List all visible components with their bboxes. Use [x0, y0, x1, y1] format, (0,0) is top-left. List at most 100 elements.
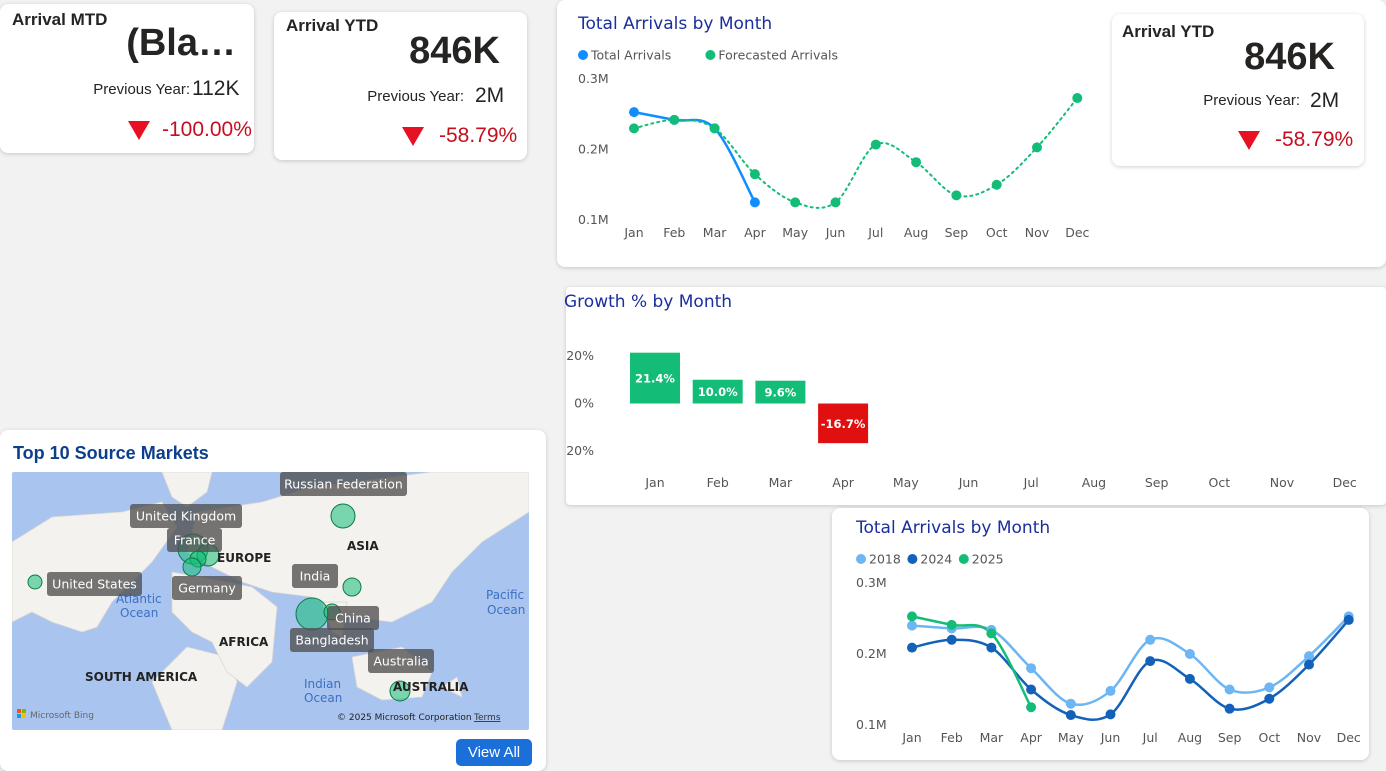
country-label: China — [335, 611, 371, 626]
country-label: France — [174, 533, 216, 548]
legend-label: 2025 — [972, 552, 1004, 567]
data-point — [629, 123, 639, 134]
country-label: Bangladesh — [295, 633, 368, 648]
data-point — [907, 611, 917, 622]
bing-logo-icon — [22, 714, 26, 718]
x-tick-label: Mar — [703, 225, 727, 240]
data-point — [1343, 614, 1354, 625]
legend-marker — [705, 50, 716, 60]
x-tick-label: Jun — [825, 225, 846, 240]
legend-marker — [856, 554, 866, 564]
data-point — [1264, 682, 1275, 693]
kpi-change-percent: -58.79% — [1275, 128, 1354, 151]
data-point — [830, 197, 841, 208]
x-tick-label: Apr — [744, 225, 766, 240]
down-arrow-icon — [128, 121, 150, 140]
data-point — [1105, 709, 1116, 720]
x-tick-label: Apr — [832, 475, 854, 490]
data-point — [951, 190, 962, 201]
country-label: India — [300, 569, 331, 584]
data-point — [1224, 703, 1235, 714]
data-point — [991, 179, 1002, 190]
x-tick-label: Dec — [1065, 225, 1089, 240]
kpi-card-arrival-mtd: Arrival MTD (Bla… Previous Year: 112K -1… — [0, 4, 254, 153]
country-label: Germany — [178, 581, 236, 596]
kpi-previous-year-label: Previous Year: — [1203, 92, 1300, 109]
arrivals-by-year-line-chart: 2018 2024 2025 0.3M 0.2M 0.1M Jan Feb Mar Apr May J… — [856, 552, 1361, 745]
x-tick-label: May — [893, 475, 919, 490]
x-tick-label: Aug — [1082, 475, 1106, 490]
x-tick-label: Jul — [867, 225, 883, 240]
x-tick-label: Oct — [1208, 475, 1230, 490]
data-point — [709, 123, 720, 134]
x-tick-label: Sep — [1145, 475, 1169, 490]
country-label: United Kingdom — [136, 509, 236, 524]
bar-data-label: 21.4% — [635, 372, 675, 386]
x-tick-label: Nov — [1297, 730, 1322, 745]
legend-marker — [907, 554, 918, 564]
geo-label: Ocean — [487, 603, 525, 617]
x-tick-label: Jan — [901, 730, 921, 745]
bar-data-label: -16.7% — [821, 417, 866, 431]
data-point — [749, 169, 760, 180]
data-point — [986, 642, 997, 653]
market-bubble — [182, 557, 202, 577]
legend-marker — [958, 554, 969, 564]
x-tick-label: Dec — [1337, 730, 1361, 745]
geo-label: Ocean — [304, 691, 342, 705]
series-line — [633, 110, 756, 203]
geo-label: Ocean — [120, 606, 158, 620]
kpi-value: 846K — [1244, 36, 1335, 78]
market-bubble — [27, 574, 43, 590]
x-tick-label: Feb — [663, 225, 685, 240]
source-markets-map[interactable]: ASIA EUROPE AFRICA SOUTH AMERICA AUSTRALIA At… — [12, 472, 529, 730]
data-point — [790, 197, 801, 208]
y-tick-label: 0.3M — [578, 71, 609, 86]
growth-bar-chart: 20% 0% -20% Jan Feb Mar Apr May Jun Jul Aug Sep Oct N… — [566, 348, 1357, 490]
x-tick-label: Mar — [980, 730, 1004, 745]
x-tick-label: Jan — [644, 475, 664, 490]
data-point — [1026, 663, 1037, 674]
y-tick-label: 0% — [574, 396, 594, 411]
x-tick-label: Jun — [1100, 730, 1121, 745]
x-tick-label: Oct — [1258, 730, 1280, 745]
kpi-previous-year-label: Previous Year: — [367, 88, 464, 105]
data-point — [986, 628, 997, 639]
data-point — [1072, 93, 1083, 104]
legend-label: Forecasted Arrivals — [718, 48, 838, 63]
kpi-change-percent: -100.00% — [162, 118, 252, 141]
down-arrow-icon — [1238, 131, 1260, 150]
geo-label: AUSTRALIA — [393, 680, 469, 694]
data-point — [669, 114, 680, 125]
map-provider-label: Microsoft Bing — [30, 711, 94, 721]
legend-marker — [578, 50, 588, 60]
x-tick-label: Oct — [986, 225, 1008, 240]
arrivals-forecast-line-chart: Total Arrivals Forecasted Arrivals 0.3M 0.2… — [578, 48, 1090, 240]
data-point — [1224, 684, 1235, 695]
x-tick-label: Mar — [769, 475, 793, 490]
series-line — [911, 615, 1033, 708]
data-point — [1145, 634, 1156, 645]
x-tick-label: Aug — [904, 225, 928, 240]
x-tick-label: Sep — [945, 225, 969, 240]
kpi-previous-year-label: Previous Year: — [93, 81, 190, 98]
legend-label: 2024 — [920, 552, 952, 567]
data-point — [1026, 702, 1037, 713]
market-bubble — [330, 503, 356, 529]
x-tick-label: Apr — [1020, 730, 1042, 745]
data-point — [1145, 656, 1156, 667]
data-point — [1026, 684, 1037, 695]
y-tick-label: 0.1M — [578, 212, 609, 227]
x-tick-label: Dec — [1333, 475, 1357, 490]
view-all-button[interactable]: View All — [456, 739, 532, 766]
x-tick-label: Feb — [707, 475, 729, 490]
country-label: United States — [52, 577, 137, 592]
geo-label: Pacific — [486, 588, 524, 602]
data-point — [1304, 659, 1314, 670]
x-tick-label: Jul — [1023, 475, 1039, 490]
data-point — [907, 642, 917, 653]
kpi-value: 846K — [409, 30, 500, 72]
map-terms-link: Terms — [473, 713, 501, 723]
x-tick-label: Feb — [941, 730, 963, 745]
kpi-previous-year-value: 112K — [192, 77, 240, 100]
